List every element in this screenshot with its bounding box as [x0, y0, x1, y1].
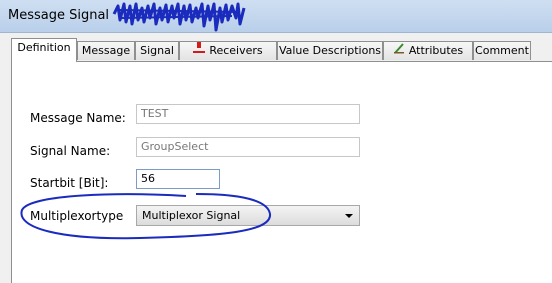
tab-signal[interactable]: Signal	[135, 41, 179, 60]
tab-value-descriptions[interactable]: Value Descriptions	[277, 41, 383, 60]
tab-attributes[interactable]: Attributes	[383, 41, 473, 60]
tab-receivers[interactable]: Receivers	[179, 41, 277, 60]
multiplexortype-value: Multiplexor Signal	[142, 209, 241, 222]
window-title: Message Signal	[8, 8, 110, 23]
tab-attributes-label: Attributes	[408, 44, 464, 57]
message-name-field[interactable]: TEST	[136, 104, 360, 124]
message-name-label: Message Name:	[30, 111, 126, 125]
startbit-field[interactable]: 56	[136, 169, 220, 189]
tab-comment-label: Comment	[475, 44, 529, 57]
tab-message-label: Message	[81, 44, 131, 57]
tab-receivers-label: Receivers	[209, 44, 263, 57]
chevron-down-icon	[345, 214, 353, 218]
redaction-scribble	[112, 2, 246, 32]
tab-comment[interactable]: Comment	[473, 41, 531, 60]
tab-value-descriptions-label: Value Descriptions	[278, 44, 382, 57]
tab-signal-label: Signal	[140, 44, 174, 57]
title-bar: Message Signal	[0, 0, 552, 33]
signal-name-label: Signal Name:	[30, 144, 111, 158]
tab-definition[interactable]: Definition	[11, 38, 77, 62]
multiplexortype-select[interactable]: Multiplexor Signal	[136, 205, 360, 226]
startbit-label: Startbit [Bit]:	[30, 176, 109, 190]
multiplexortype-label: Multiplexortype	[30, 209, 124, 223]
attributes-icon	[393, 42, 405, 60]
tab-definition-label: Definition	[17, 41, 71, 54]
tab-message[interactable]: Message	[77, 41, 135, 60]
signal-name-field[interactable]: GroupSelect	[136, 137, 360, 157]
definition-panel	[11, 61, 552, 283]
receiver-icon	[193, 42, 206, 60]
